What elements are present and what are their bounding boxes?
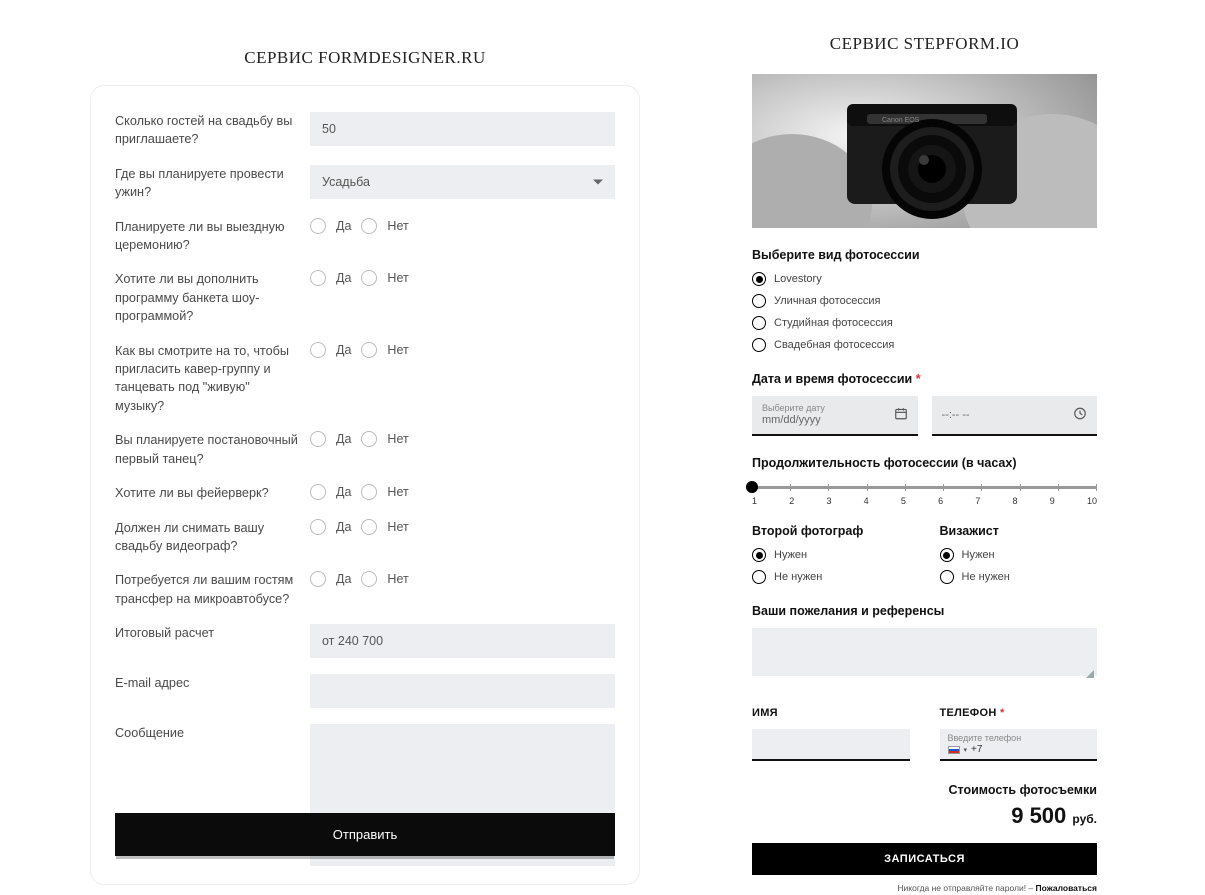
row-show: Хотите ли вы дополнить программу банкета… bbox=[115, 270, 615, 325]
fireworks-yes-radio[interactable] bbox=[310, 484, 326, 500]
chevron-down-icon[interactable]: ▾ bbox=[964, 746, 968, 754]
dinner-select[interactable]: Усадьба bbox=[310, 165, 615, 199]
phototype-option-street[interactable]: Уличная фотосессия bbox=[752, 294, 1097, 308]
makeup-notneed-radio[interactable]: Не нужен bbox=[940, 570, 1098, 584]
second-notneed-radio[interactable]: Не нужен bbox=[752, 570, 910, 584]
dinner-label: Где вы планируете провести ужин? bbox=[115, 165, 310, 202]
dance-label: Вы планируете постановочный первый танец… bbox=[115, 431, 310, 468]
price-title: Стоимость фотосъемки bbox=[752, 783, 1097, 797]
stepform-card: Canon EOS Выберите вид фотосессии Lovest… bbox=[752, 74, 1097, 893]
cover-no-radio[interactable] bbox=[361, 342, 377, 358]
yes-label: Да bbox=[336, 219, 351, 233]
row-dinner: Где вы планируете провести ужин? Усадьба bbox=[115, 165, 615, 202]
radio-icon bbox=[940, 548, 954, 562]
fineprint: Никогда не отправляйте пароли! – Пожалов… bbox=[752, 883, 1097, 893]
name-label: ИМЯ bbox=[752, 707, 910, 719]
ceremony-label: Планируете ли вы выездную церемонию? bbox=[115, 218, 310, 255]
row-ceremony: Планируете ли вы выездную церемонию? Да … bbox=[115, 218, 615, 255]
duration-slider[interactable]: 12345678910 bbox=[752, 480, 1097, 506]
phototype-option-studio[interactable]: Студийная фотосессия bbox=[752, 316, 1097, 330]
guests-label: Сколько гостей на свадьбу вы приглашаете… bbox=[115, 112, 310, 149]
second-need-radio[interactable]: Нужен bbox=[752, 548, 910, 562]
cover-yes-radio[interactable] bbox=[310, 342, 326, 358]
row-video: Должен ли снимать вашу свадьбу видеограф… bbox=[115, 519, 615, 556]
ceremony-yes-radio[interactable] bbox=[310, 218, 326, 234]
cover-label: Как вы смотрите на то, чтобы пригласить … bbox=[115, 342, 310, 416]
radio-icon bbox=[752, 294, 766, 308]
email-input[interactable] bbox=[310, 674, 615, 708]
hero-camera-image: Canon EOS bbox=[752, 74, 1097, 228]
row-total: Итоговый расчет bbox=[115, 624, 615, 658]
camera-illustration-icon: Canon EOS bbox=[752, 74, 1097, 228]
wishes-textarea[interactable] bbox=[752, 628, 1097, 676]
duration-label: Продолжительность фотосессии (в часах) bbox=[752, 456, 1097, 470]
wishes-label: Ваши пожелания и референсы bbox=[752, 604, 1097, 618]
radio-icon bbox=[752, 272, 766, 286]
video-label: Должен ли снимать вашу свадьбу видеограф… bbox=[115, 519, 310, 556]
radio-icon bbox=[940, 570, 954, 584]
svg-text:Canon EOS: Canon EOS bbox=[882, 117, 920, 124]
show-label: Хотите ли вы дополнить программу банкета… bbox=[115, 270, 310, 325]
ceremony-no-radio[interactable] bbox=[361, 218, 377, 234]
message-label: Сообщение bbox=[115, 724, 310, 742]
dance-no-radio[interactable] bbox=[361, 431, 377, 447]
row-dance: Вы планируете постановочный первый танец… bbox=[115, 431, 615, 468]
calendar-icon bbox=[894, 407, 908, 424]
radio-icon bbox=[752, 570, 766, 584]
show-yes-radio[interactable] bbox=[310, 270, 326, 286]
row-email: E-mail адрес bbox=[115, 674, 615, 708]
phototype-options: Lovestory Уличная фотосессия Студийная ф… bbox=[752, 272, 1097, 352]
phone-label: ТЕЛЕФОН * bbox=[940, 707, 1098, 719]
right-service-heading: СЕРВИС STEPFORM.IO bbox=[752, 34, 1097, 54]
phototype-option-lovestory[interactable]: Lovestory bbox=[752, 272, 1097, 286]
name-input[interactable] bbox=[752, 729, 910, 761]
video-yes-radio[interactable] bbox=[310, 519, 326, 535]
second-photographer-label: Второй фотограф bbox=[752, 524, 910, 538]
transfer-yes-radio[interactable] bbox=[310, 571, 326, 587]
total-input bbox=[310, 624, 615, 658]
time-input[interactable]: --:-- -- bbox=[932, 396, 1098, 436]
ru-flag-icon bbox=[948, 746, 960, 754]
guests-input[interactable] bbox=[310, 112, 615, 146]
phone-input[interactable]: Введите телефон ▾ +7 bbox=[940, 729, 1098, 761]
radio-icon bbox=[752, 338, 766, 352]
fireworks-no-radio[interactable] bbox=[361, 484, 377, 500]
formdesigner-card: Сколько гостей на свадьбу вы приглашаете… bbox=[90, 85, 640, 885]
phototype-option-wedding[interactable]: Свадебная фотосессия bbox=[752, 338, 1097, 352]
phototype-label: Выберите вид фотосессии bbox=[752, 248, 1097, 262]
slider-handle[interactable] bbox=[746, 481, 758, 493]
dinner-select-wrap[interactable]: Усадьба bbox=[310, 165, 615, 199]
radio-icon bbox=[752, 316, 766, 330]
slider-ticks: 12345678910 bbox=[752, 496, 1097, 506]
row-guests: Сколько гостей на свадьбу вы приглашаете… bbox=[115, 112, 615, 149]
submit-button[interactable]: Отправить bbox=[115, 813, 615, 856]
show-no-radio[interactable] bbox=[361, 270, 377, 286]
clock-icon bbox=[1073, 407, 1087, 424]
date-input[interactable]: Выберите дату mm/dd/yyyy bbox=[752, 396, 918, 436]
makeup-need-radio[interactable]: Нужен bbox=[940, 548, 1098, 562]
no-label: Нет bbox=[387, 219, 408, 233]
signup-button[interactable]: ЗАПИСАТЬСЯ bbox=[752, 843, 1097, 875]
transfer-label: Потребуется ли вашим гостям трансфер на … bbox=[115, 571, 310, 608]
row-transfer: Потребуется ли вашим гостям трансфер на … bbox=[115, 571, 615, 608]
total-label: Итоговый расчет bbox=[115, 624, 310, 642]
video-no-radio[interactable] bbox=[361, 519, 377, 535]
fireworks-label: Хотите ли вы фейерверк? bbox=[115, 484, 310, 502]
dance-yes-radio[interactable] bbox=[310, 431, 326, 447]
row-fireworks: Хотите ли вы фейерверк? Да Нет bbox=[115, 484, 615, 502]
left-service-heading: СЕРВИС FORMDESIGNER.RU bbox=[90, 48, 640, 68]
datetime-label: Дата и время фотосессии * bbox=[752, 372, 1097, 386]
transfer-no-radio[interactable] bbox=[361, 571, 377, 587]
row-cover: Как вы смотрите на то, чтобы пригласить … bbox=[115, 342, 615, 416]
makeup-label: Визажист bbox=[940, 524, 1098, 538]
price-value: 9 500 руб. bbox=[752, 803, 1097, 829]
complain-link[interactable]: Пожаловаться bbox=[1036, 883, 1097, 893]
email-label: E-mail адрес bbox=[115, 674, 310, 692]
radio-icon bbox=[752, 548, 766, 562]
